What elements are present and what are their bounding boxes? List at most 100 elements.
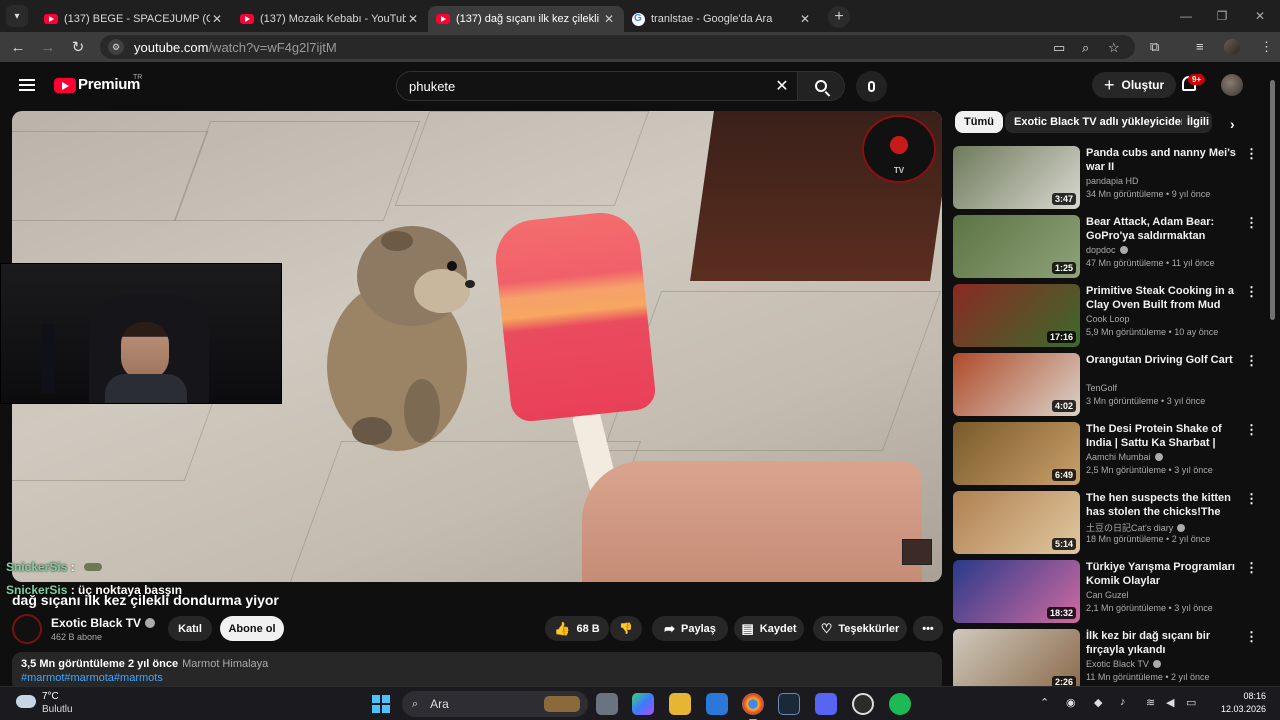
more-actions-button[interactable]: ••• (913, 616, 943, 641)
back-icon[interactable]: ← (3, 39, 33, 56)
window-close-icon[interactable]: ✕ (1240, 0, 1280, 32)
media-controls-icon[interactable]: ≡ (1196, 39, 1204, 54)
more-options-icon[interactable]: ⋮ (1245, 491, 1258, 507)
video-thumbnail[interactable]: 1:25 (953, 215, 1080, 278)
recommendation-channel[interactable]: dopdoc (1086, 245, 1128, 255)
recommendation-item[interactable]: 4:02 Orangutan Driving Golf Cart TenGolf 3 … (953, 353, 1263, 417)
video-thumbnail[interactable]: 3:47 (953, 146, 1080, 209)
subscribe-button[interactable]: Abone ol (220, 616, 284, 641)
search-input[interactable]: phukete ✕ (396, 71, 798, 101)
video-thumbnail[interactable]: 18:32 (953, 560, 1080, 623)
tray-app-icon[interactable]: ◉ (1066, 696, 1076, 709)
account-avatar[interactable] (1221, 74, 1243, 96)
channel-avatar[interactable] (12, 614, 42, 644)
taskbar-search[interactable]: ⌕ Ara (402, 691, 588, 717)
recommendation-channel[interactable]: pandapia HD (1086, 176, 1139, 186)
tray-app-icon[interactable]: ◆ (1094, 696, 1102, 709)
recommendation-title[interactable]: Orangutan Driving Golf Cart (1086, 353, 1238, 367)
recommendation-item[interactable]: 2:26 İlk kez bir dağ sıçanı bir fırçayla … (953, 629, 1263, 693)
bookmark-star-icon[interactable]: ☆ (1108, 40, 1120, 56)
chrome-menu-icon[interactable]: ⋮ (1260, 39, 1273, 55)
reload-icon[interactable]: ↻ (63, 38, 93, 56)
recommendation-title[interactable]: The Desi Protein Shake of India | Sattu … (1086, 422, 1238, 450)
url-bar[interactable]: ⚙ youtube.com /watch?v=wF4g2l7ijtM ▭ ⌕ ☆ (100, 35, 1135, 59)
recommendation-item[interactable]: 5:14 The hen suspects the kitten has stol… (953, 491, 1263, 555)
tab-1[interactable]: (137) BEGE - SPACEJUMP (OFFICIAL ✕ (36, 6, 232, 32)
video-thumbnail[interactable]: 4:02 (953, 353, 1080, 416)
share-button[interactable]: ➦ Paylaş (652, 616, 728, 641)
close-tab-icon[interactable]: ✕ (210, 12, 224, 26)
save-button[interactable]: ▤ Kaydet (734, 616, 804, 641)
chip-all[interactable]: Tümü (955, 111, 1003, 133)
video-thumbnail[interactable]: 6:49 (953, 422, 1080, 485)
youtube-logo-icon[interactable] (54, 78, 76, 93)
profile-avatar[interactable] (1224, 39, 1240, 55)
tab-4[interactable]: tranlstae - Google'da Ara ✕ (624, 6, 820, 32)
cast-icon[interactable]: ▭ (1053, 40, 1065, 56)
video-thumbnail[interactable]: 17:16 (953, 284, 1080, 347)
recommendation-channel[interactable]: Cook Loop (1086, 314, 1130, 324)
more-options-icon[interactable]: ⋮ (1245, 560, 1258, 576)
voice-search-button[interactable] (856, 71, 887, 102)
chip-from-uploader[interactable]: Exotic Black TV adlı yükleyiciden (1005, 111, 1197, 133)
recommendation-channel[interactable]: Aamchi Mumbai (1086, 452, 1163, 462)
recommendation-title[interactable]: Türkiye Yarışma Programları Komik Olayla… (1086, 560, 1238, 588)
scrollbar[interactable] (1270, 80, 1275, 320)
more-options-icon[interactable]: ⋮ (1245, 215, 1258, 231)
recommendation-title[interactable]: İlk kez bir dağ sıçanı bir fırçayla yıka… (1086, 629, 1238, 657)
clock[interactable]: 08:16 12.03.2026 (1214, 690, 1266, 716)
new-tab-button[interactable]: + (828, 6, 850, 28)
close-tab-icon[interactable]: ✕ (602, 12, 616, 26)
file-explorer-icon[interactable] (669, 693, 691, 715)
premium-brand[interactable]: Premium (78, 76, 140, 93)
start-button[interactable] (372, 695, 390, 713)
chrome-icon[interactable] (742, 693, 764, 720)
minimize-icon[interactable]: — (1166, 0, 1206, 32)
recommendation-item[interactable]: 17:16 Primitive Steak Cooking in a Clay O… (953, 284, 1263, 348)
recommendation-item[interactable]: 1:25 Bear Attack, Adam Bear: GoPro'ya sal… (953, 215, 1263, 279)
video-thumbnail[interactable]: 5:14 (953, 491, 1080, 554)
spotify-icon[interactable] (889, 693, 911, 715)
hashtags[interactable]: #marmot#marmota#marmots (21, 672, 933, 684)
create-button[interactable]: + Oluştur (1092, 72, 1177, 98)
thanks-button[interactable]: ♡ Teşekkürler (813, 616, 907, 641)
extensions-icon[interactable]: ⧉ (1150, 39, 1159, 55)
recommendation-channel[interactable]: TenGolf (1086, 383, 1117, 393)
more-options-icon[interactable]: ⋮ (1245, 284, 1258, 300)
store-icon[interactable] (706, 693, 728, 715)
recommendation-item[interactable]: 3:47 Panda cubs and nanny Mei's war II pan… (953, 146, 1263, 210)
video-thumbnail[interactable]: 2:26 (953, 629, 1080, 692)
forward-icon[interactable]: → (33, 39, 63, 56)
dislike-button[interactable]: 👎 (610, 616, 642, 641)
like-button[interactable]: 👍 68 B (545, 616, 609, 641)
join-button[interactable]: Katıl (168, 616, 212, 641)
microphone-tray-icon[interactable]: ♪ (1120, 696, 1126, 708)
recommendation-title[interactable]: Panda cubs and nanny Mei's war II (1086, 146, 1238, 174)
discord-icon[interactable] (815, 693, 837, 715)
task-view-icon[interactable] (596, 693, 618, 715)
clear-search-icon[interactable]: ✕ (767, 76, 797, 96)
battery-icon[interactable]: ▭ (1186, 696, 1196, 709)
recommendation-channel[interactable]: Can Guzel (1086, 590, 1129, 600)
volume-icon[interactable]: ◀ (1166, 696, 1174, 709)
tab-search-button[interactable]: ▾ (6, 5, 28, 27)
more-options-icon[interactable]: ⋮ (1245, 146, 1258, 162)
recommendation-channel[interactable]: 土豆の日記Cat's diary (1086, 521, 1186, 534)
recommendation-title[interactable]: Bear Attack, Adam Bear: GoPro'ya saldırm… (1086, 215, 1238, 243)
more-options-icon[interactable]: ⋮ (1245, 629, 1258, 645)
wifi-icon[interactable]: ≋ (1146, 696, 1155, 709)
chip-related[interactable]: İlgili (1182, 111, 1212, 133)
tab-2[interactable]: (137) Mozaik Kebabı - YouTube ✕ (232, 6, 428, 32)
close-tab-icon[interactable]: ✕ (406, 12, 420, 26)
channel-name[interactable]: Exotic Black TV (51, 616, 156, 630)
chevron-right-icon[interactable]: › (1230, 116, 1235, 132)
close-tab-icon[interactable]: ✕ (798, 12, 812, 26)
tab-3[interactable]: (137) dağ sıçanı ilk kez çilekli do ✕ (428, 6, 624, 32)
recommendation-item[interactable]: 6:49 The Desi Protein Shake of India | Sa… (953, 422, 1263, 486)
recommendation-channel[interactable]: Exotic Black TV (1086, 659, 1161, 669)
tray-overflow-icon[interactable]: ⌃ (1040, 696, 1049, 709)
more-options-icon[interactable]: ⋮ (1245, 422, 1258, 438)
steam-icon[interactable] (778, 693, 800, 715)
cloud-icon[interactable] (16, 695, 36, 708)
menu-icon[interactable] (19, 79, 35, 91)
